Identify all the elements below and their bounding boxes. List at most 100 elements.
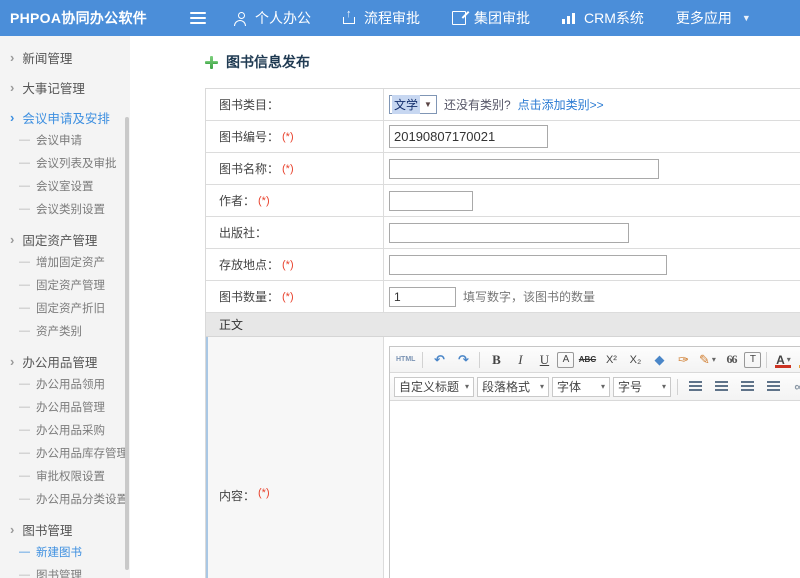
location-input[interactable]	[389, 255, 667, 275]
dash-icon: —	[19, 378, 30, 390]
clear-format-icon[interactable]: ✑	[672, 351, 694, 369]
undo-icon[interactable]: ↶	[428, 351, 450, 369]
dash-icon: —	[19, 401, 30, 413]
add-category-link[interactable]: 点击添加类别>>	[518, 96, 604, 113]
sidebar-item-label: 办公用品管理	[22, 352, 97, 371]
subscript-icon[interactable]: X₂	[624, 351, 646, 369]
align-center-icon[interactable]	[710, 378, 733, 396]
bold-icon[interactable]: B	[485, 351, 507, 369]
sidebar-item-图书管理[interactable]: ›图书管理	[0, 518, 130, 540]
editor-toolbar-row2: 自定义标题▾段落格式▾字体▾字号▾∞∞	[390, 373, 800, 401]
sidebar-item-label: 图书管理	[22, 520, 72, 539]
top-nav-item[interactable]: 个人办公	[234, 8, 311, 28]
sidebar-item-办公用品采购[interactable]: —办公用品采购	[0, 418, 130, 441]
editor-content[interactable]	[390, 401, 800, 578]
underline-icon[interactable]: U	[533, 351, 555, 369]
top-nav-label: 个人办公	[255, 8, 311, 28]
sidebar-item-会议室设置[interactable]: —会议室设置	[0, 174, 130, 197]
font-family-select[interactable]: 字体▾	[552, 377, 610, 397]
book-name-input[interactable]	[389, 159, 659, 179]
sidebar-item-label: 办公用品采购	[36, 422, 105, 438]
required-mark: (*)	[282, 131, 294, 143]
italic-icon[interactable]: I	[509, 351, 531, 369]
quantity-input[interactable]	[389, 287, 456, 307]
top-nav-item[interactable]: CRM系统	[562, 8, 644, 28]
top-nav-label: 集团审批	[474, 8, 530, 28]
caret-down-icon: ▼	[742, 13, 751, 23]
toolbar-separator	[422, 352, 423, 368]
sidebar-scrollbar[interactable]	[125, 117, 129, 570]
sidebar-item-新建图书[interactable]: —新建图书	[0, 540, 130, 563]
sidebar-item-办公用品管理[interactable]: ›办公用品管理	[0, 350, 130, 372]
dash-icon: —	[19, 325, 30, 337]
font-size-select[interactable]: 字号▾	[613, 377, 671, 397]
dropdown-caret-icon: ▾	[662, 382, 666, 391]
dash-icon: —	[19, 470, 30, 482]
sidebar: ›新闻管理›大事记管理›会议申请及安排—会议申请—会议列表及审批—会议室设置—会…	[0, 36, 130, 578]
sidebar-item-图书管理[interactable]: —图书管理	[0, 563, 130, 578]
format-brush-icon[interactable]: ✎▾	[696, 351, 718, 369]
sidebar-item-办公用品分类设置[interactable]: —办公用品分类设置	[0, 487, 130, 510]
dropdown-caret-icon: ▾	[787, 355, 791, 364]
redo-icon[interactable]: ↷	[452, 351, 474, 369]
page-title-text: 图书信息发布	[226, 52, 310, 72]
sidebar-item-会议列表及审批[interactable]: —会议列表及审批	[0, 151, 130, 174]
field-label: 作者：	[219, 192, 255, 209]
publisher-input[interactable]	[389, 223, 629, 243]
char-border-icon[interactable]: A	[557, 352, 574, 368]
paste-icon[interactable]: T	[744, 352, 761, 368]
top-nav-label: CRM系统	[584, 8, 644, 28]
sidebar-item-增加固定资产[interactable]: —增加固定资产	[0, 250, 130, 273]
sidebar-item-办公用品管理[interactable]: — 办公用品管理	[0, 395, 130, 418]
link-icon[interactable]: ∞	[788, 378, 800, 396]
sidebar-item-办公用品库存管理[interactable]: —办公用品库存管理	[0, 441, 130, 464]
book-no-input[interactable]	[389, 125, 548, 148]
sidebar-item-label: 固定资产管理	[22, 230, 97, 249]
app-logo: PHPOA协同办公软件	[10, 8, 178, 28]
blockquote-icon[interactable]: 66	[720, 351, 742, 369]
sidebar-item-办公用品领用[interactable]: —办公用品领用	[0, 372, 130, 395]
hamburger-menu-icon[interactable]	[190, 12, 206, 24]
eraser-icon[interactable]: ◆	[648, 351, 670, 369]
strikethrough-icon[interactable]: ABC	[576, 351, 598, 369]
align-justify-icon[interactable]	[762, 378, 785, 396]
dash-icon: —	[19, 157, 30, 169]
sidebar-item-大事记管理[interactable]: ›大事记管理	[0, 76, 130, 98]
top-nav-item[interactable]: 流程审批	[343, 8, 420, 28]
sidebar-item-会议类别设置[interactable]: —会议类别设置	[0, 197, 130, 220]
superscript-icon[interactable]: X²	[600, 351, 622, 369]
body-section-header: 正文	[206, 313, 800, 337]
align-left-icon[interactable]	[684, 378, 707, 396]
custom-title-select[interactable]: 自定义标题▾	[394, 377, 474, 397]
top-nav-item[interactable]: 更多应用▼	[676, 8, 751, 28]
sidebar-item-会议申请[interactable]: —会议申请	[0, 128, 130, 151]
sidebar-item-固定资产折旧[interactable]: — 固定资产折旧	[0, 296, 130, 319]
sidebar-item-label: 新闻管理	[22, 48, 72, 67]
form-row-book-no: 图书编号： (*)	[206, 121, 800, 153]
sidebar-item-会议申请及安排[interactable]: ›会议申请及安排	[0, 106, 130, 128]
html-source-icon[interactable]: HTML	[394, 351, 417, 369]
sidebar-item-固定资产管理[interactable]: ›固定资产管理	[0, 228, 130, 250]
dash-icon: —	[19, 569, 30, 578]
paragraph-format-select[interactable]: 段落格式▾	[477, 377, 549, 397]
bg-color-icon[interactable]: ✎▾	[796, 351, 800, 369]
select-caret-icon: ▼	[424, 100, 432, 109]
dash-icon: —	[19, 546, 30, 558]
sidebar-item-审批权限设置[interactable]: —审批权限设置	[0, 464, 130, 487]
sidebar-item-资产类别[interactable]: —资产类别	[0, 319, 130, 342]
required-mark: (*)	[258, 195, 270, 207]
sidebar-item-新闻管理[interactable]: ›新闻管理	[0, 46, 130, 68]
form-row-publisher: 出版社：	[206, 217, 800, 249]
field-label: 图书编号：	[219, 128, 279, 145]
align-right-icon[interactable]	[736, 378, 759, 396]
bar-chart-icon	[562, 12, 576, 24]
sidebar-item-label: 会议类别设置	[36, 201, 105, 217]
top-nav-item[interactable]: 集团审批	[452, 8, 530, 28]
author-input[interactable]	[389, 191, 473, 211]
sidebar-item-固定资产管理[interactable]: —固定资产管理	[0, 273, 130, 296]
sidebar-item-label: 固定资产折旧	[36, 300, 105, 316]
category-select[interactable]: 文学 ▼	[389, 95, 437, 114]
dash-icon: —	[19, 302, 30, 314]
font-color-icon[interactable]: A▾	[772, 351, 794, 369]
sidebar-item-label: 办公用品管理	[36, 399, 105, 415]
